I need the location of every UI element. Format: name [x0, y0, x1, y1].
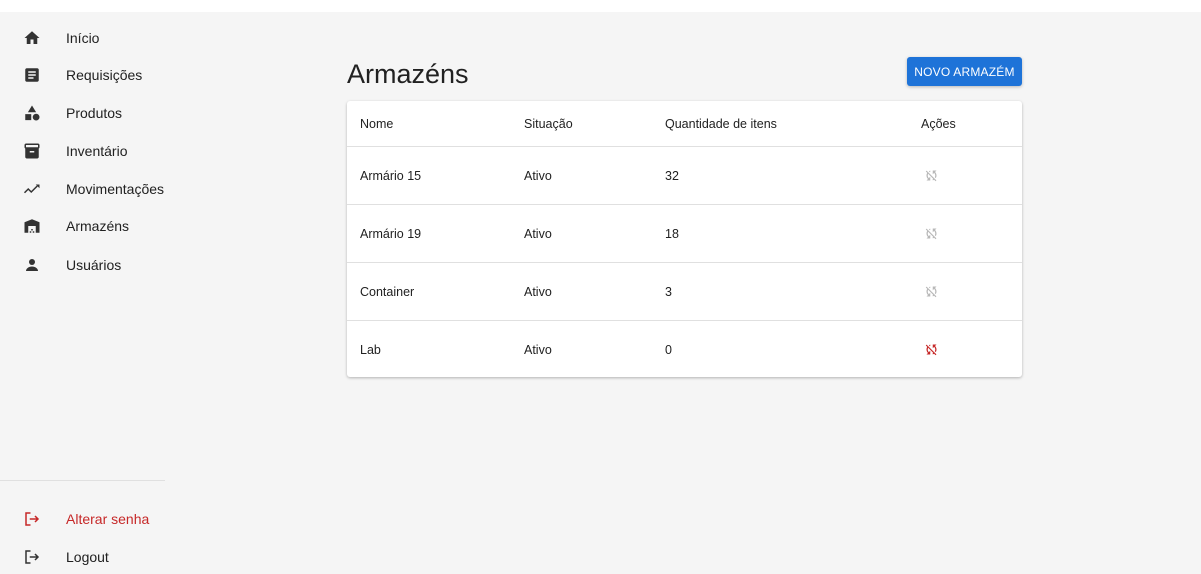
table-header: Nome Situação Quantidade de itens Ações	[347, 101, 1022, 147]
sidebar-item-produtos[interactable]: Produtos	[0, 95, 165, 131]
warehouse-status: Ativo	[524, 226, 552, 241]
sidebar-item-label: Requisições	[66, 67, 143, 83]
sidebar-item-requisicoes[interactable]: Requisições	[0, 57, 165, 93]
home-icon	[23, 29, 41, 47]
sync-disabled-icon[interactable]	[923, 284, 939, 300]
person-icon	[23, 256, 41, 274]
new-warehouse-button[interactable]: NOVO ARMAZÉM	[907, 57, 1022, 86]
sidebar-item-label: Movimentações	[66, 181, 165, 197]
logout-icon	[23, 510, 41, 528]
sidebar-divider	[0, 480, 165, 481]
app-window: Início Requisições Produtos Inventário M…	[0, 0, 1201, 574]
sidebar-item-alterar-senha[interactable]: Alterar senha	[0, 501, 165, 537]
sidebar-item-label: Armazéns	[66, 218, 130, 234]
sidebar-item-movimentacoes[interactable]: Movimentações	[0, 171, 165, 207]
warehouse-status: Ativo	[524, 168, 552, 183]
column-header-status: Situação	[524, 116, 573, 131]
warehouse-quantity: 3	[665, 284, 672, 299]
sync-disabled-icon[interactable]	[923, 342, 939, 358]
sidebar-item-label: Produtos	[66, 105, 123, 121]
warehouses-table: Nome Situação Quantidade de itens Ações …	[347, 101, 1022, 377]
warehouse-name: Lab	[360, 342, 381, 357]
warehouse-name: Container	[360, 284, 415, 299]
logout-icon	[23, 548, 41, 566]
sidebar-item-label: Alterar senha	[66, 511, 150, 527]
sidebar-item-armazens[interactable]: Armazéns	[0, 208, 165, 244]
document-icon	[23, 66, 41, 84]
warehouse-name: Armário 15	[360, 168, 422, 183]
sidebar-item-logout[interactable]: Logout	[0, 539, 165, 574]
sidebar-item-label: Logout	[66, 549, 109, 565]
sidebar-item-inventario[interactable]: Inventário	[0, 133, 165, 169]
sidebar-item-inicio[interactable]: Início	[0, 20, 165, 56]
warehouse-status: Ativo	[524, 284, 552, 299]
column-header-quantity: Quantidade de itens	[665, 116, 777, 131]
category-icon	[23, 104, 41, 122]
warehouse-quantity: 32	[665, 168, 679, 183]
sidebar-item-label: Usuários	[66, 257, 122, 273]
table-row: Armário 19 Ativo 18	[347, 205, 1022, 263]
column-header-name: Nome	[360, 116, 394, 131]
column-header-actions: Ações	[921, 116, 956, 131]
sidebar: Início Requisições Produtos Inventário M…	[0, 12, 165, 574]
warehouse-status: Ativo	[524, 342, 552, 357]
warehouse-name: Armário 19	[360, 226, 422, 241]
sidebar-item-usuarios[interactable]: Usuários	[0, 247, 165, 283]
page-title: Armazéns	[347, 59, 469, 89]
table-row: Lab Ativo 0	[347, 321, 1022, 377]
sidebar-item-label: Início	[66, 30, 100, 46]
sync-disabled-icon[interactable]	[923, 168, 939, 184]
sync-disabled-icon[interactable]	[923, 226, 939, 242]
warehouse-icon	[23, 217, 41, 235]
trending-icon	[23, 180, 41, 198]
warehouse-quantity: 0	[665, 342, 672, 357]
table-row: Armário 15 Ativo 32	[347, 147, 1022, 205]
warehouse-quantity: 18	[665, 226, 679, 241]
archive-icon	[23, 142, 41, 160]
sidebar-item-label: Inventário	[66, 143, 128, 159]
table-row: Container Ativo 3	[347, 263, 1022, 321]
